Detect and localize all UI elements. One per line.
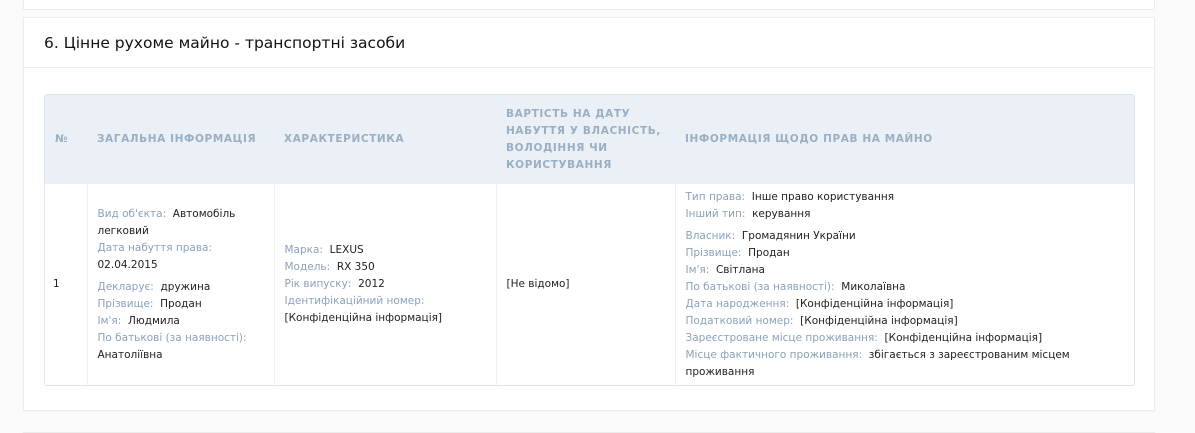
owner-patronymic-label: По батькові (за наявності): — [685, 280, 835, 293]
acq-date-value: 02.04.2015 — [97, 258, 158, 271]
section-card: 6. Цінне рухоме майно - транспортні засо… — [23, 17, 1155, 411]
vehicles-table: № Загальна інформація Характеристика Вар… — [45, 95, 1134, 385]
owner-name-label: Ім'я: — [685, 263, 710, 276]
owner-tax-value: [Конфіденційна інформація] — [800, 314, 958, 327]
owner-actual-label: Місце фактичного проживання: — [685, 348, 863, 361]
other-type-label: Інший тип: — [685, 207, 746, 220]
owner-birth-label: Дата народження: — [685, 297, 790, 310]
declarant-label: Декларує: — [97, 280, 154, 293]
section-title: 6. Цінне рухоме майно - транспортні засо… — [44, 33, 406, 52]
vin-label: Ідентифікаційний номер: — [284, 295, 425, 307]
year-value: 2012 — [358, 278, 385, 290]
other-type-value: керування — [752, 207, 811, 220]
declarant-patronymic-label: По батькові (за наявності): — [97, 331, 247, 344]
owner-surname-label: Прізвище: — [685, 246, 742, 259]
declarant-patronymic-value: Анатоліївна — [97, 348, 163, 361]
header-characteristic: Характеристика — [274, 95, 496, 184]
table-header-row: № Загальна інформація Характеристика Вар… — [45, 95, 1134, 184]
owner-reg-value: [Конфіденційна інформація] — [884, 331, 1043, 344]
owner-birth-value: [Конфіденційна інформація] — [795, 297, 954, 310]
header-rights: Інформація щодо прав на майно — [675, 95, 1134, 184]
brand-label: Марка: — [284, 244, 323, 256]
header-value: Вартість на дату набуття у власність, во… — [496, 95, 675, 184]
year-label: Рік випуску: — [284, 278, 352, 290]
owner-value: Громадянин України — [741, 229, 856, 242]
rights-type-group: Тип права: Інше право користування Інший… — [686, 189, 1127, 223]
declarant-value: дружина — [160, 280, 211, 293]
owner-tax-label: Податковий номер: — [685, 314, 794, 327]
general-object-group: Вид об'єкта: Автомобіль легковий Дата на… — [98, 206, 264, 274]
owner-reg-label: Зареєстроване місце проживання: — [685, 331, 878, 344]
right-type-label: Тип права: — [685, 190, 746, 203]
cell-value: [Не відомо] — [496, 184, 676, 385]
owner-name-value: Світлана — [715, 263, 765, 276]
owner-patronymic-value: Миколаївна — [841, 280, 906, 293]
general-declarant-group: Декларує: дружина Прізвище: Продан Ім'я:… — [98, 279, 264, 364]
object-type-label: Вид об'єкта: — [97, 207, 167, 220]
brand-value: LEXUS — [329, 244, 364, 256]
model-value: RX 350 — [336, 261, 375, 273]
vehicles-table-wrap: № Загальна інформація Характеристика Вар… — [44, 94, 1135, 386]
cell-characteristic: Марка: LEXUS Модель: RX 350 Рік випуску:… — [274, 184, 497, 385]
cell-rights: Тип права: Інше право користування Інший… — [675, 184, 1134, 385]
section-header: 6. Цінне рухоме майно - транспортні засо… — [24, 18, 1154, 68]
table-row: 1 Вид об'єкта: Автомобіль легковий Дата … — [45, 184, 1134, 385]
cell-general: Вид об'єкта: Автомобіль легковий Дата на… — [87, 184, 275, 385]
declarant-surname-label: Прізвище: — [97, 297, 154, 310]
header-general: Загальна інформація — [87, 95, 274, 184]
previous-card-edge — [23, 0, 1155, 10]
rights-owner-group: Власник: Громадянин України Прізвище: Пр… — [686, 228, 1127, 381]
declarant-surname-value: Продан — [160, 297, 202, 310]
model-label: Модель: — [284, 261, 331, 273]
acq-date-label: Дата набуття права: — [97, 241, 213, 254]
cell-no: 1 — [45, 184, 88, 385]
right-type-value: Інше право користування — [751, 190, 895, 203]
owner-surname-value: Продан — [748, 246, 790, 259]
owner-label: Власник: — [685, 229, 736, 242]
declarant-name-label: Ім'я: — [97, 314, 122, 327]
vin-value: [Конфіденційна інформація] — [284, 312, 443, 324]
declarant-name-value: Людмила — [127, 314, 180, 327]
header-no: № — [45, 95, 87, 184]
